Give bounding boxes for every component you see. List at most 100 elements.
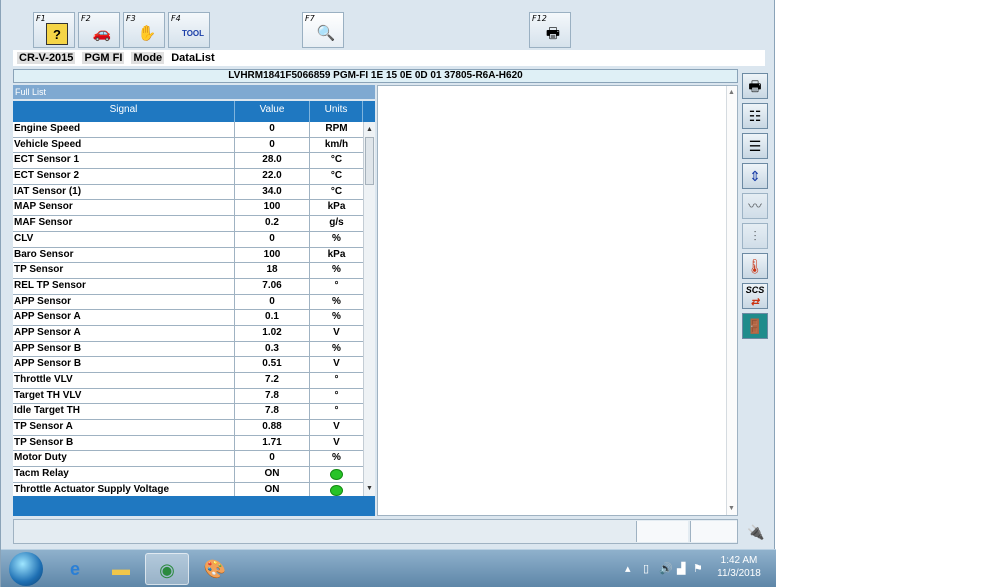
- table-row[interactable]: TP Sensor A 0.88 V: [13, 420, 363, 436]
- table-row[interactable]: Throttle Actuator Supply Voltage ON: [13, 482, 363, 496]
- table-row[interactable]: TP Sensor 18%: [13, 263, 363, 279]
- hds-icon: ◉: [159, 560, 175, 580]
- table-row[interactable]: REL TP Sensor 7.06 °: [13, 278, 363, 295]
- f2-vehicle-button[interactable]: F2 🚗: [78, 12, 120, 48]
- graph-pane-scrollbar[interactable]: ▲ ▼: [726, 86, 737, 515]
- table-row[interactable]: APP Sensor B 0.3%: [13, 341, 363, 358]
- table-row[interactable]: Motor Duty 0%: [13, 451, 363, 468]
- value-cell: 0: [235, 137, 310, 153]
- value-cell: 34.0: [235, 184, 310, 200]
- value-cell: 100: [235, 247, 310, 263]
- explorer-taskbar-button[interactable]: ▬: [99, 553, 143, 585]
- table-row[interactable]: IAT Sensor (1) 34.0 °C: [13, 184, 363, 201]
- signal-cell: Engine Speed: [13, 122, 235, 137]
- status-indicator-icon: [330, 469, 343, 481]
- f3-service-button[interactable]: F3 ✋: [123, 12, 165, 48]
- scs-button[interactable]: SCS ⇄: [742, 283, 768, 309]
- table-row[interactable]: APP Sensor B 0.51 V: [13, 357, 363, 373]
- paint-taskbar-button[interactable]: 🎨: [193, 553, 237, 585]
- column-header-value[interactable]: Value: [235, 101, 310, 122]
- signal-cell: Motor Duty: [13, 451, 235, 467]
- table-row[interactable]: Baro Sensor 100 kPa: [13, 247, 363, 264]
- hds-taskbar-button[interactable]: ◉: [145, 553, 189, 585]
- f7-datalist-button[interactable]: F7 🔍: [302, 12, 344, 48]
- f7-label: F7: [305, 14, 315, 23]
- list-footer: [13, 496, 375, 516]
- unit-cell: V: [333, 358, 340, 370]
- signal-cell: TP Sensor B: [13, 435, 235, 451]
- tray-expand-icon[interactable]: ▴: [625, 562, 631, 575]
- unit-cell: %: [332, 342, 341, 354]
- column-header-signal[interactable]: Signal: [13, 101, 235, 122]
- taskbar-clock[interactable]: 1:42 AM 11/3/2018: [713, 554, 765, 580]
- flag-icon[interactable]: ⚑: [693, 562, 703, 575]
- table-row[interactable]: CLV 0%: [13, 231, 363, 248]
- signal-cell: APP Sensor B: [13, 357, 235, 372]
- list-view-button[interactable]: ☰: [742, 133, 768, 159]
- table-row[interactable]: Idle Target TH 7.8 °: [13, 404, 363, 421]
- unit-cell: [310, 467, 363, 482]
- table-row[interactable]: ECT Sensor 2 22.0 °C: [13, 169, 363, 185]
- temperature-button[interactable]: 🌡: [742, 253, 768, 279]
- unit-cell: kPa: [327, 201, 346, 213]
- scroll-down-icon[interactable]: ▼: [728, 505, 735, 512]
- scroll-down-icon[interactable]: ▼: [364, 483, 375, 494]
- start-button[interactable]: [9, 552, 43, 586]
- table-row[interactable]: Throttle VLV 7.2 °: [13, 373, 363, 389]
- scroll-up-icon[interactable]: ▲: [364, 124, 375, 135]
- clock-date: 11/3/2018: [717, 568, 761, 579]
- signal-cell: Throttle Actuator Supply Voltage: [13, 482, 235, 496]
- value-cell: 0: [235, 451, 310, 467]
- table-row[interactable]: APP Sensor A 1.02 V: [13, 325, 363, 342]
- table-row[interactable]: APP Sensor A 0.1%: [13, 310, 363, 326]
- signal-cell: APP Sensor A: [13, 325, 235, 341]
- graph-button[interactable]: 〰: [742, 193, 768, 219]
- value-cell: 100: [235, 200, 310, 216]
- table-row[interactable]: ECT Sensor 1 28.0 °C: [13, 153, 363, 170]
- status-cell-2: [690, 521, 737, 542]
- unit-cell: V: [333, 326, 340, 338]
- list-scrollbar[interactable]: ▲ ▼: [363, 122, 375, 496]
- signal-cell: APP Sensor A: [13, 310, 235, 325]
- exit-button[interactable]: 🚪: [742, 313, 768, 339]
- table-row[interactable]: Vehicle Speed 0 km/h: [13, 137, 363, 154]
- filter-button[interactable]: ⫶: [742, 223, 768, 249]
- signal-cell: APP Sensor B: [13, 341, 235, 357]
- table-row[interactable]: Target TH VLV 7.8 °: [13, 388, 363, 405]
- column-header-units[interactable]: Units: [310, 101, 363, 122]
- f1-help-button[interactable]: F1 ?: [33, 12, 75, 48]
- table-row[interactable]: Engine Speed 0 RPM: [13, 122, 363, 138]
- value-cell: 28.0: [235, 153, 310, 169]
- signal-cell: IAT Sensor (1): [13, 184, 235, 200]
- vin-info-bar: LVHRM1841F5066859 PGM-FI 1E 15 0E 0D 01 …: [13, 69, 738, 83]
- list-title: Full List: [13, 85, 375, 99]
- scroll-up-icon[interactable]: ▲: [728, 89, 735, 96]
- table-row[interactable]: APP Sensor 0%: [13, 294, 363, 311]
- usb-icon[interactable]: ▯: [643, 562, 649, 575]
- sort-button[interactable]: ⇕: [742, 163, 768, 189]
- value-cell: 0: [235, 231, 310, 247]
- signal-cell: ECT Sensor 1: [13, 153, 235, 169]
- table-row[interactable]: MAP Sensor 100 kPa: [13, 200, 363, 217]
- unit-cell: °C: [330, 185, 343, 197]
- network-icon[interactable]: ▟: [677, 562, 685, 575]
- f3-label: F3: [126, 14, 136, 23]
- value-cell: 0: [235, 294, 310, 310]
- scroll-thumb[interactable]: [365, 137, 374, 185]
- table-row[interactable]: TP Sensor B 1.71 V: [13, 435, 363, 452]
- unit-cell: %: [332, 452, 341, 464]
- print-button[interactable]: 🖶: [742, 73, 768, 99]
- paint-icon: 🎨: [203, 559, 227, 579]
- table-row[interactable]: MAF Sensor 0.2 g/s: [13, 216, 363, 232]
- value-cell: 0.88: [235, 420, 310, 435]
- f4-label: F4: [171, 14, 181, 23]
- f4-tool-button[interactable]: F4 TOOL: [168, 12, 210, 48]
- ie-taskbar-button[interactable]: e: [53, 553, 97, 585]
- table-row[interactable]: Tacm Relay ON: [13, 467, 363, 483]
- f1-label: F1: [36, 14, 46, 23]
- datalist-table: Engine Speed 0 RPM Vehicle Speed 0 km/h ECT Se…: [13, 122, 363, 496]
- select-signals-button[interactable]: ☷: [742, 103, 768, 129]
- unit-cell: [310, 483, 363, 496]
- f12-print-screen-button[interactable]: F12 🖶: [529, 12, 571, 48]
- volume-icon[interactable]: 🔊: [659, 562, 673, 575]
